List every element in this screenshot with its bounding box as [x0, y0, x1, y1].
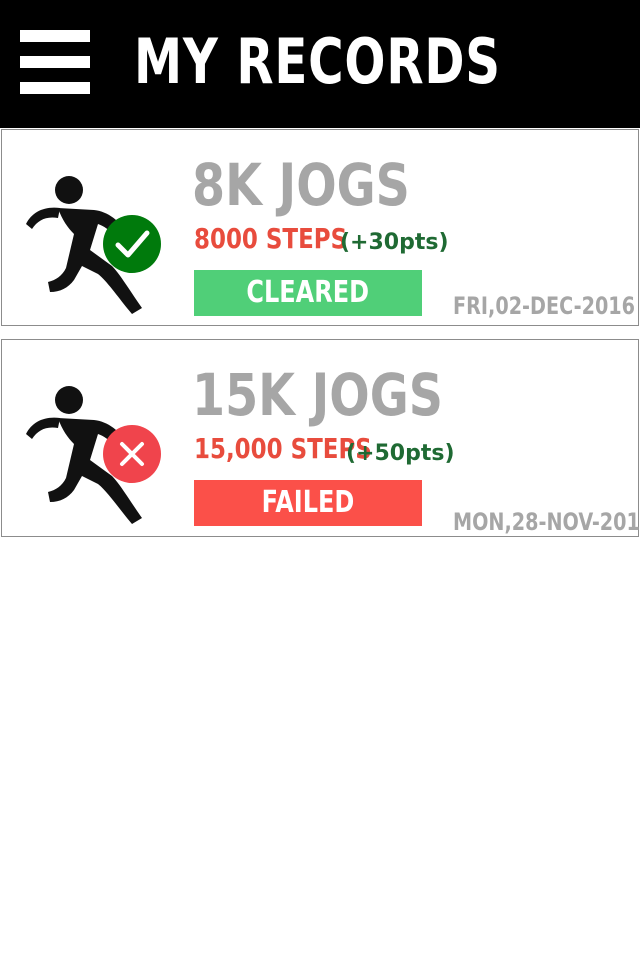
date-label: MON,28-NOV-2016 — [453, 508, 640, 536]
date-label: FRI,02-DEC-2016 — [453, 292, 636, 320]
status-label: CLEARED — [246, 275, 370, 310]
menu-icon[interactable] — [20, 30, 90, 94]
check-icon — [103, 215, 161, 273]
record-title: 15K JOGS — [192, 361, 444, 429]
menu-bar-middle — [20, 56, 90, 68]
points-label: (+50pts) — [346, 441, 455, 466]
close-icon — [103, 425, 161, 483]
status-badge: FAILED — [194, 480, 422, 526]
app-header: MY RECORDS — [0, 0, 640, 128]
status-badge: CLEARED — [194, 270, 422, 316]
menu-bar-bottom — [20, 82, 90, 94]
record-title: 8K JOGS — [192, 151, 410, 219]
page-title: MY RECORDS — [134, 25, 501, 98]
points-label: (+30pts) — [340, 230, 449, 255]
record-card[interactable]: 15K JOGS 15,000 STEPS (+50pts) FAILED MO… — [1, 339, 640, 537]
status-label: FAILED — [261, 485, 355, 520]
steps-label: 8000 STEPS — [194, 222, 348, 255]
record-card[interactable]: 8K JOGS 8000 STEPS (+30pts) CLEARED FRI,… — [1, 129, 639, 326]
menu-bar-top — [20, 30, 90, 42]
